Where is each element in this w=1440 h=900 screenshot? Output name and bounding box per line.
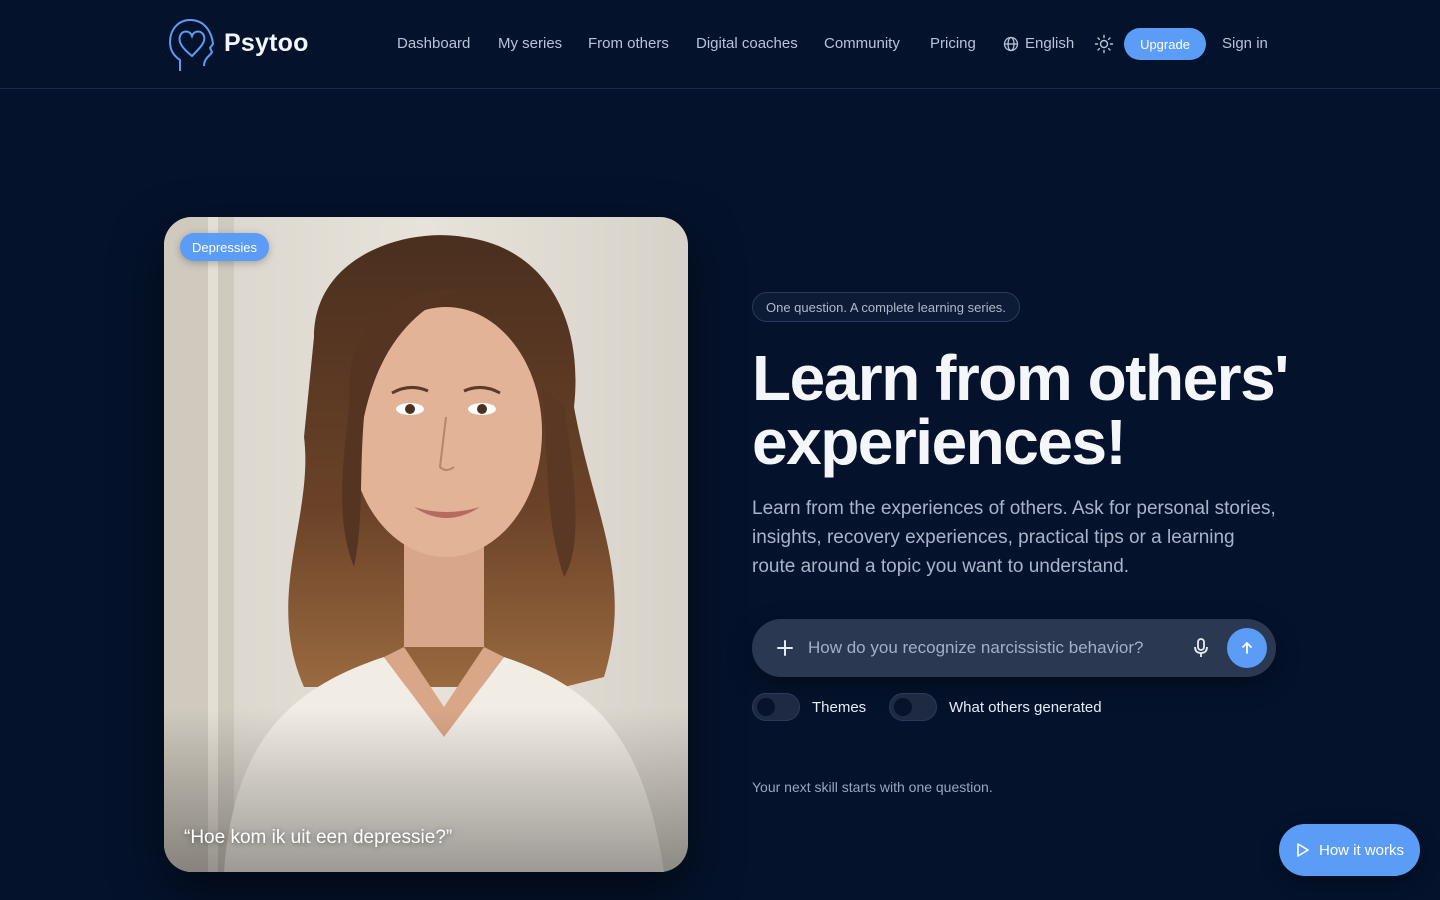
nav-digital-coaches[interactable]: Digital coaches <box>696 35 798 52</box>
hero-description: Learn from the experiences of others. As… <box>752 498 1276 577</box>
globe-icon <box>1003 36 1019 51</box>
how-it-works-label: How it works <box>1318 841 1404 859</box>
language-selector[interactable]: English <box>1003 35 1074 52</box>
page-title-line-2: experiences! <box>752 406 1127 478</box>
arrow-up-icon <box>1242 642 1252 654</box>
microphone-icon[interactable] <box>1190 637 1212 659</box>
themes-toggle-label: Themes <box>812 699 867 716</box>
language-label: English <box>1025 35 1075 52</box>
what-others-generated-toggle[interactable] <box>889 693 937 721</box>
what-others-generated-toggle-label: What others generated <box>949 699 1102 716</box>
footnote-text: Your next skill starts with one question… <box>752 779 993 795</box>
how-it-works-button[interactable]: How it works <box>1279 824 1420 876</box>
page-title: Learn from others' experiences! <box>752 346 1372 474</box>
upgrade-button[interactable]: Upgrade <box>1124 28 1206 60</box>
submit-question-button[interactable] <box>1227 628 1267 668</box>
signin-link[interactable]: Sign in <box>1222 35 1268 52</box>
head-heart-logo-icon <box>168 18 215 71</box>
question-input[interactable] <box>808 633 1178 663</box>
sun-icon[interactable] <box>1094 34 1114 54</box>
toggle-knob <box>757 698 775 716</box>
hero-photo-card[interactable]: Depressies “Hoe kom ik uit een depressie… <box>164 217 688 872</box>
themes-toggle[interactable] <box>752 693 800 721</box>
page-title-line-1: Learn from others' <box>752 342 1289 414</box>
brand-name: Psytoo <box>224 29 309 57</box>
example-question-quote: “Hoe kom ik uit een depressie?” <box>184 827 453 848</box>
play-icon <box>1297 843 1309 857</box>
nav-community[interactable]: Community <box>824 35 900 52</box>
top-navigation: Psytoo Dashboard My series From others D… <box>0 0 1440 89</box>
nav-dashboard[interactable]: Dashboard <box>397 35 470 52</box>
question-search-bar <box>752 619 1276 677</box>
nav-from-others[interactable]: From others <box>588 35 669 52</box>
tagline-pill: One question. A complete learning series… <box>752 292 1020 322</box>
woman-portrait-image <box>164 217 688 872</box>
plus-icon[interactable] <box>774 637 796 659</box>
toggle-knob <box>894 698 912 716</box>
nav-pricing[interactable]: Pricing <box>930 35 976 52</box>
nav-my-series[interactable]: My series <box>498 35 562 52</box>
brand-logo[interactable]: Psytoo <box>166 14 308 74</box>
topic-tag[interactable]: Depressies <box>180 233 270 261</box>
